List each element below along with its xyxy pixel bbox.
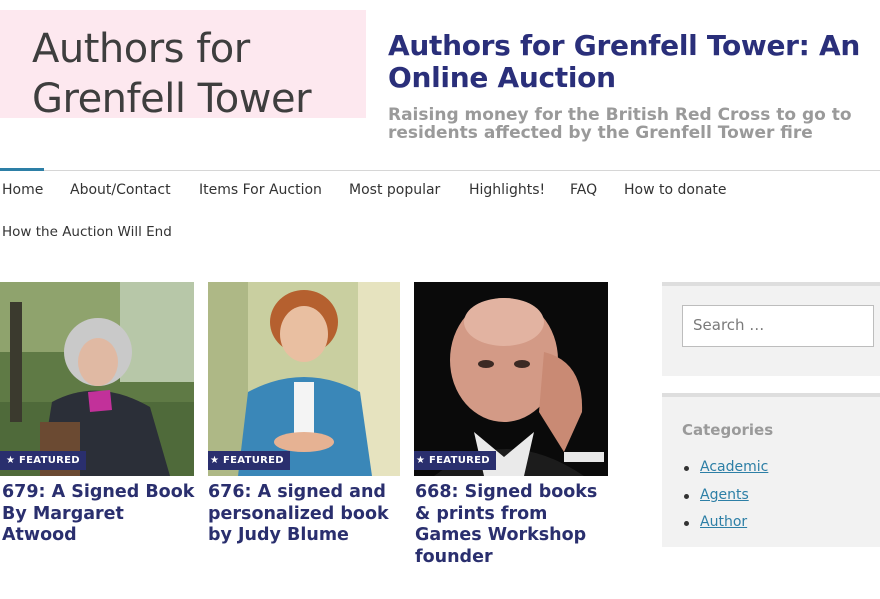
featured-badge: ★ FEATURED xyxy=(208,451,290,470)
nav-item-most-popular[interactable]: Most popular xyxy=(349,182,440,198)
logo-line-1: Authors for xyxy=(32,26,250,72)
logo-line-2: Grenfell Tower xyxy=(32,76,312,122)
category-link-agents[interactable]: Agents xyxy=(684,487,749,503)
category-label: Agents xyxy=(700,487,749,503)
site-tagline: Raising money for the British Red Cross … xyxy=(388,105,852,143)
category-link-author[interactable]: Author xyxy=(684,514,748,530)
category-link-academic[interactable]: Academic xyxy=(684,459,769,475)
widget-top-border xyxy=(662,282,880,286)
nav-item-about-contact[interactable]: About/Contact xyxy=(70,182,171,198)
site-title[interactable]: Authors for Grenfell Tower: An Online Au… xyxy=(388,30,868,94)
post-thumbnail-games-workshop[interactable]: ★ FEATURED xyxy=(414,282,608,476)
nav-divider xyxy=(0,170,880,171)
portrait-photo xyxy=(208,282,400,476)
list-bullet xyxy=(684,494,689,499)
nav-item-faq[interactable]: FAQ xyxy=(570,182,597,198)
categories-title: Categories xyxy=(682,421,774,439)
nav-item-highlights[interactable]: Highlights! xyxy=(469,182,545,198)
list-bullet xyxy=(684,466,689,471)
nav-active-indicator xyxy=(0,168,44,171)
list-bullet xyxy=(684,521,689,526)
category-label: Academic xyxy=(700,459,769,475)
post-thumbnail-blume[interactable]: ★ FEATURED xyxy=(208,282,400,476)
site-logo[interactable]: Authors for Grenfell Tower xyxy=(0,10,366,122)
post-title[interactable]: 679: A Signed Book By Margaret Atwood xyxy=(2,482,198,547)
nav-item-how-to-donate[interactable]: How to donate xyxy=(624,182,727,198)
nav-item-home[interactable]: Home xyxy=(2,182,43,198)
categories-widget: Categories Academic Agents Author xyxy=(662,393,880,547)
featured-badge: ★ FEATURED xyxy=(0,451,86,470)
featured-badge: ★ FEATURED xyxy=(414,451,496,470)
post-thumbnail-atwood[interactable]: ★ FEATURED xyxy=(0,282,194,476)
logo-text: Authors for Grenfell Tower xyxy=(32,24,312,124)
post-title[interactable]: 676: A signed and personalized book by J… xyxy=(208,482,404,547)
portrait-photo xyxy=(414,282,608,476)
portrait-photo xyxy=(0,282,194,476)
search-widget: Search … xyxy=(662,282,880,376)
post-title[interactable]: 668: Signed books & prints from Games Wo… xyxy=(415,482,611,568)
nav-item-items-for-auction[interactable]: Items For Auction xyxy=(199,182,322,198)
widget-top-border xyxy=(662,393,880,397)
nav-item-how-auction-will-end[interactable]: How the Auction Will End xyxy=(2,224,172,240)
search-input[interactable]: Search … xyxy=(682,305,874,347)
category-label: Author xyxy=(700,514,748,530)
